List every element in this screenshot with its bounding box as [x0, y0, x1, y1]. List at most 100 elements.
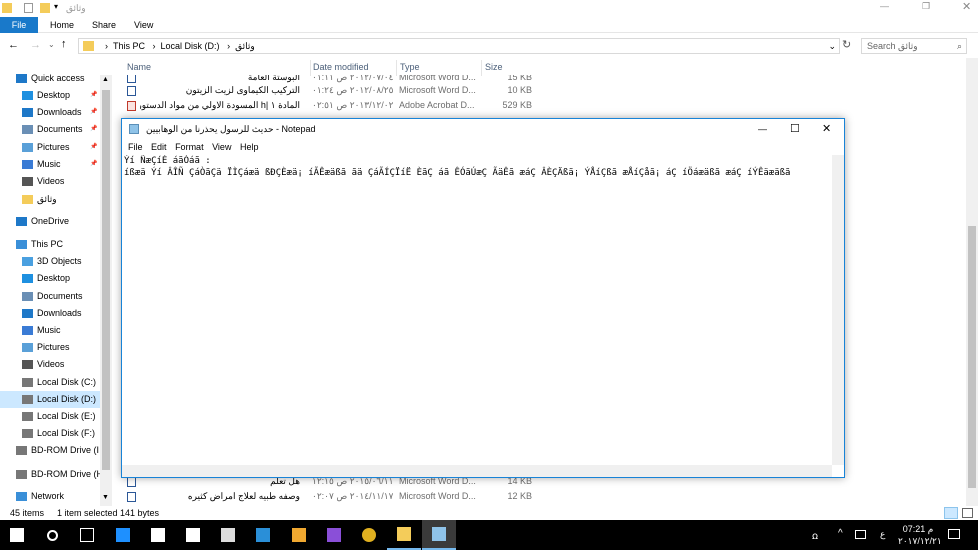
file-row[interactable]: التركيب الكيماوى لزيت الزيتون ٢٠١٢/٠٨/٢٥ …	[112, 83, 552, 98]
tab-file[interactable]: File	[0, 17, 38, 33]
edge-icon	[115, 528, 130, 542]
column-name[interactable]: Name	[127, 62, 151, 74]
notepad-minimize-button[interactable]: —	[758, 119, 767, 139]
breadcrumb-folder[interactable]: وثائق	[235, 41, 255, 51]
nav-item[interactable]: Local Disk (D:)	[0, 391, 100, 408]
nav-item[interactable]: Desktop	[22, 270, 70, 287]
pin-icon[interactable]: 📌	[90, 139, 97, 156]
close-button[interactable]: ✕	[962, 0, 971, 13]
nav-item[interactable]: OneDrive	[16, 213, 69, 230]
menu-view[interactable]: View	[212, 142, 231, 152]
tab-home[interactable]: Home	[40, 17, 84, 33]
address-bar[interactable]: › This PC › Local Disk (D:) › وثائق ⌄	[78, 38, 840, 54]
menu-help[interactable]: Help	[240, 142, 259, 152]
action-center-icon[interactable]	[948, 529, 960, 539]
nav-item[interactable]: Pictures	[22, 339, 70, 356]
pin-icon[interactable]: 📌	[90, 121, 97, 138]
scroll-thumb[interactable]	[968, 226, 976, 488]
nav-item[interactable]: Downloads 📌	[22, 104, 97, 121]
back-button[interactable]: ←	[8, 39, 19, 51]
windows-taskbar-button[interactable]	[0, 520, 34, 550]
notepad-maximize-button[interactable]: ☐	[790, 119, 800, 139]
nav-item[interactable]: Quick access	[16, 70, 85, 87]
winamp-taskbar-button[interactable]	[282, 520, 316, 550]
show-hidden-icons-button[interactable]: ^	[838, 528, 843, 539]
notepad-title: حديث للرسول يحذرنا من الوهابيين - Notepa…	[146, 124, 316, 134]
file-explorer-taskbar-button[interactable]	[387, 520, 422, 550]
store-taskbar-button[interactable]	[141, 520, 175, 550]
column-date-modified[interactable]: Date modified	[313, 62, 369, 74]
up-button[interactable]: ↑	[61, 38, 67, 50]
edge-taskbar-button[interactable]	[106, 520, 140, 550]
notepad-vertical-scrollbar[interactable]	[832, 155, 844, 465]
scroll-up-icon[interactable]: ▲	[102, 76, 109, 83]
media-player-classic-taskbar-button[interactable]	[211, 520, 245, 550]
pin-icon[interactable]: 📌	[90, 156, 97, 173]
large-icons-view-button[interactable]	[962, 508, 973, 518]
search-input[interactable]: Search وثائق ⌕	[861, 38, 967, 54]
mail-taskbar-button[interactable]	[176, 520, 210, 550]
file-row[interactable]: المادة ١ |h المسودة الاولي من مواد الدست…	[112, 98, 552, 113]
file-name: المادة ١ |h المسودة الاولي من مواد الدست…	[140, 100, 300, 110]
pin-icon[interactable]: 📌	[90, 87, 97, 104]
tab-view[interactable]: View	[124, 17, 163, 33]
nav-item[interactable]: Videos	[22, 173, 64, 190]
menu-edit[interactable]: Edit	[151, 142, 167, 152]
nav-item[interactable]: Videos	[22, 356, 64, 373]
menu-format[interactable]: Format	[175, 142, 204, 152]
notepad-close-button[interactable]: ✕	[822, 119, 831, 139]
column-size[interactable]: Size	[485, 62, 503, 74]
media-player-taskbar-button[interactable]	[246, 520, 280, 550]
pin-icon[interactable]: 📌	[90, 104, 97, 121]
nav-item-label: Desktop	[37, 273, 71, 283]
tab-share[interactable]: Share	[82, 17, 126, 33]
nav-item[interactable]: Downloads	[22, 305, 82, 322]
nav-item[interactable]: Local Disk (C:)	[22, 374, 96, 391]
nav-item[interactable]: Music	[22, 322, 61, 339]
file-list-scrollbar[interactable]	[966, 58, 978, 506]
nav-item[interactable]: BD-ROM Drive (I	[16, 442, 99, 459]
nav-item[interactable]: Network	[16, 488, 64, 505]
nav-item[interactable]: This PC	[16, 236, 63, 253]
nav-item[interactable]: Desktop 📌	[22, 87, 97, 104]
search-taskbar-button[interactable]	[35, 520, 69, 550]
address-dropdown-icon[interactable]: ⌄	[828, 39, 836, 53]
nav-item[interactable]: Pictures 📌	[22, 139, 97, 156]
column-type[interactable]: Type	[400, 62, 420, 74]
menu-file[interactable]: File	[128, 142, 143, 152]
recent-locations-button[interactable]: ⌄	[48, 40, 55, 49]
visual-studio-taskbar-button[interactable]	[317, 520, 351, 550]
refresh-button[interactable]: ↻	[842, 38, 851, 51]
input-language[interactable]: ع	[880, 529, 885, 540]
new-folder-icon[interactable]	[40, 3, 50, 13]
word-icon	[127, 477, 136, 487]
nav-item[interactable]: BD-ROM Drive (H	[16, 466, 103, 483]
properties-icon[interactable]	[24, 3, 33, 13]
people-icon[interactable]: ꭥ	[812, 528, 818, 542]
breadcrumb-this-pc[interactable]: This PC	[113, 41, 145, 51]
nav-item[interactable]: 3D Objects	[22, 253, 82, 270]
maximize-button[interactable]: ❐	[922, 1, 930, 12]
breadcrumb-local-disk[interactable]: Local Disk (D:)	[161, 41, 220, 51]
nav-item[interactable]: وثائق	[22, 191, 57, 208]
notepad-taskbar-button[interactable]	[422, 520, 457, 550]
nav-item[interactable]: Local Disk (F:)	[22, 425, 95, 442]
details-view-button[interactable]	[944, 507, 958, 519]
network-status-icon[interactable]	[855, 530, 866, 539]
notepad-text-area[interactable]: Ýí ÑæÇíÉ áãÓáã : íßæä Ýí ÂÎÑ ÇáÒãÇä ÏÌÇá…	[124, 155, 830, 465]
chrome-taskbar-button[interactable]	[352, 520, 386, 550]
nav-item[interactable]: Music 📌	[22, 156, 97, 173]
nav-scrollbar[interactable]	[100, 75, 112, 506]
nav-item[interactable]: Local Disk (E:)	[22, 408, 96, 425]
nav-item[interactable]: Documents	[22, 288, 83, 305]
nav-item[interactable]: Documents 📌	[22, 121, 97, 138]
clock[interactable]: 07:21 م ٢٠١٧/١٢/٢١	[898, 523, 942, 547]
forward-button[interactable]: →	[30, 39, 41, 51]
task-view-taskbar-button[interactable]	[70, 520, 104, 550]
minimize-button[interactable]: —	[880, 1, 889, 11]
file-row[interactable]: وصفه طبيه لعلاج امراض كثيره ٢٠١٤/١١/١٧ ص …	[112, 489, 552, 504]
customize-toolbar-icon[interactable]: ▾	[54, 2, 58, 11]
scroll-thumb[interactable]	[102, 90, 110, 470]
scroll-down-icon[interactable]: ▼	[102, 494, 109, 501]
notepad-horizontal-scrollbar[interactable]	[122, 465, 832, 477]
